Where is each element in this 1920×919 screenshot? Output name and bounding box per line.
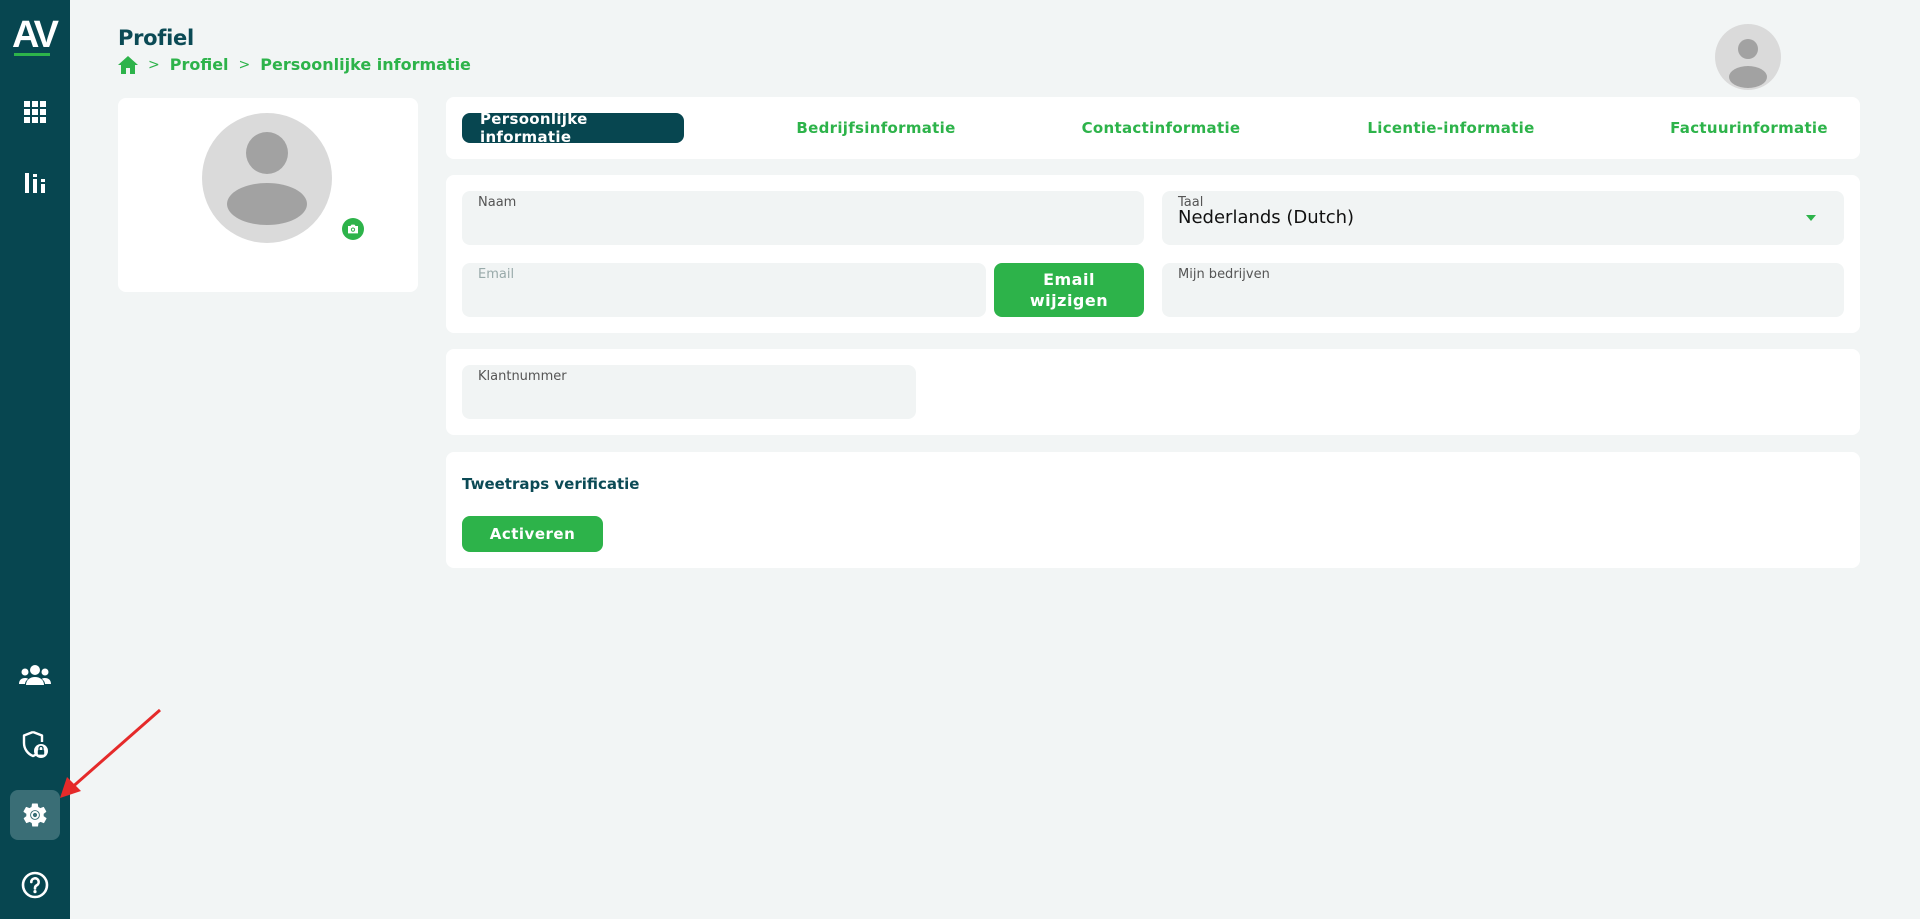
- profile-tabs: Persoonlijke informatie Bedrijfsinformat…: [446, 97, 1860, 159]
- language-select[interactable]: Taal Nederlands (Dutch): [1162, 191, 1844, 245]
- gear-icon: [23, 803, 47, 827]
- activate-two-factor-button[interactable]: Activeren: [462, 516, 603, 552]
- sidebar-item-users[interactable]: [10, 650, 60, 700]
- two-factor-title: Tweetraps verificatie: [462, 475, 640, 493]
- page-title: Profiel: [118, 26, 194, 50]
- change-email-label: Email wijzigen: [1029, 270, 1109, 310]
- name-label: Naam: [478, 195, 517, 210]
- tab-contactinformatie[interactable]: Contactinformatie: [1076, 113, 1246, 143]
- breadcrumb-separator: >: [148, 56, 160, 73]
- tab-persoonlijke-informatie[interactable]: Persoonlijke informatie: [462, 110, 684, 146]
- user-placeholder-icon: [1729, 39, 1767, 88]
- profile-avatar: [202, 113, 332, 243]
- user-avatar[interactable]: [1715, 24, 1781, 90]
- customer-number-card: Klantnummer: [446, 349, 1860, 435]
- companies-field[interactable]: Mijn bedrijven: [1162, 263, 1844, 317]
- breadcrumb: > Profiel > Persoonlijke informatie: [118, 55, 471, 74]
- breadcrumb-separator: >: [238, 56, 251, 73]
- personal-info-form: Naam Taal Nederlands (Dutch) Email Email…: [446, 175, 1860, 333]
- change-email-button[interactable]: Email wijzigen: [994, 263, 1144, 317]
- logo-text: AV: [12, 14, 59, 56]
- sidebar-item-reports[interactable]: [10, 158, 60, 208]
- email-label: Email: [478, 267, 515, 282]
- bar-chart-icon: [25, 173, 45, 193]
- change-photo-button[interactable]: [342, 218, 364, 240]
- camera-icon: [348, 224, 358, 234]
- logo[interactable]: AV: [12, 14, 59, 58]
- annotation-arrow: [60, 708, 161, 798]
- email-field[interactable]: Email: [462, 263, 986, 317]
- shield-lock-icon: [22, 730, 48, 758]
- two-factor-card: Tweetraps verificatie Activeren: [446, 452, 1860, 568]
- name-field[interactable]: Naam: [462, 191, 1144, 245]
- sidebar-item-help[interactable]: [10, 860, 60, 910]
- apps-grid-icon: [24, 101, 46, 123]
- tab-licentie-informatie[interactable]: Licentie-informatie: [1366, 113, 1536, 143]
- user-placeholder-icon: [227, 132, 307, 225]
- help-icon: [21, 871, 49, 899]
- chevron-down-icon: [1806, 215, 1816, 221]
- breadcrumb-item-current: Persoonlijke informatie: [260, 55, 471, 74]
- users-group-icon: [19, 665, 51, 685]
- tab-bedrijfsinformatie[interactable]: Bedrijfsinformatie: [786, 113, 966, 143]
- home-icon[interactable]: [118, 55, 138, 74]
- customer-number-label: Klantnummer: [478, 369, 567, 384]
- companies-label: Mijn bedrijven: [1178, 267, 1270, 282]
- breadcrumb-item-profiel[interactable]: Profiel: [170, 55, 229, 74]
- sidebar-item-security[interactable]: [10, 720, 60, 770]
- sidebar-item-dashboard[interactable]: [10, 87, 60, 137]
- customer-number-field[interactable]: Klantnummer: [462, 365, 916, 419]
- profile-photo-card: [118, 98, 418, 292]
- sidebar-item-settings[interactable]: [10, 790, 60, 840]
- language-value: Nederlands (Dutch): [1178, 207, 1355, 228]
- tab-factuurinformatie[interactable]: Factuurinformatie: [1664, 113, 1834, 143]
